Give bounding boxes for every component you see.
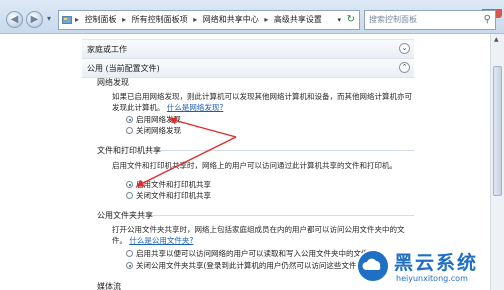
search-input[interactable]: 搜索控制面板 ⚲ bbox=[364, 10, 496, 30]
expand-chevron-icon[interactable]: ⌄ bbox=[399, 43, 410, 54]
cloud-logo-icon bbox=[356, 249, 390, 283]
radio-label: 关闭文件和打印机共享 bbox=[136, 191, 211, 200]
radio-button-selected[interactable] bbox=[126, 262, 133, 269]
network-discovery-help-link[interactable]: 什么是网络发现? bbox=[167, 103, 223, 112]
scrollbar-thumb[interactable] bbox=[493, 66, 502, 196]
breadcrumb-sep: ▸ bbox=[122, 15, 127, 24]
site-watermark: 黑云系统 heiyunxitong.com bbox=[356, 247, 502, 287]
control-panel-icon bbox=[62, 16, 72, 24]
address-dropdown-icon[interactable]: ▾ bbox=[337, 11, 341, 29]
radio-button[interactable] bbox=[126, 127, 133, 134]
breadcrumb-sep: ▸ bbox=[193, 15, 198, 24]
radio-button-selected[interactable] bbox=[126, 116, 133, 123]
breadcrumb: ▸ 控制面板 ▸ 所有控制面板项 ▸ 网络和共享中心 ▸ 高级共享设置 bbox=[75, 11, 325, 29]
profile-public-label: 公用 (当前配置文件) bbox=[87, 64, 160, 73]
profile-public[interactable]: 公用 (当前配置文件) ⌃ bbox=[82, 58, 414, 78]
recent-pages-dropdown-icon[interactable]: ▾ bbox=[47, 14, 51, 23]
radio-label: 关闭公用文件夹共享(登录到此计算机的用户仍然可以访问这些文件夹) bbox=[136, 261, 367, 270]
public-folder-help-link[interactable]: 什么是公用文件夹? bbox=[129, 236, 193, 245]
file-printer-sharing-description: 启用文件和打印机共享时，网络上的用户可以访问通过此计算机共享的文件和打印机。 bbox=[112, 161, 397, 170]
search-placeholder: 搜索控制面板 bbox=[369, 15, 417, 24]
radio-label: 启用文件和打印机共享 bbox=[136, 180, 211, 189]
breadcrumb-control-panel[interactable]: 控制面板 bbox=[85, 15, 117, 24]
radio-enable-discovery[interactable]: 启用网络发现 bbox=[126, 115, 181, 125]
breadcrumb-sep: ▸ bbox=[264, 15, 269, 24]
radio-label: 关闭网络发现 bbox=[136, 126, 181, 135]
radio-disable-public-folder[interactable]: 关闭公用文件夹共享(登录到此计算机的用户仍然可以访问这些文件夹) bbox=[126, 261, 367, 271]
address-bar[interactable]: ▸ 控制面板 ▸ 所有控制面板项 ▸ 网络和共享中心 ▸ 高级共享设置 ▾ ↻ bbox=[58, 10, 360, 30]
radio-button[interactable] bbox=[126, 250, 133, 257]
back-button[interactable]: ◀ bbox=[6, 11, 23, 28]
divider bbox=[160, 150, 414, 151]
radio-enable-sharing[interactable]: 启用文件和打印机共享 bbox=[126, 180, 211, 190]
breadcrumb-sep: ▸ bbox=[75, 15, 80, 24]
window-controls: ─□✕ bbox=[454, 0, 502, 18]
breadcrumb-network-center[interactable]: 网络和共享中心 bbox=[203, 15, 259, 24]
search-icon[interactable]: ⚲ bbox=[484, 11, 491, 29]
radio-button[interactable] bbox=[126, 192, 133, 199]
collapse-chevron-icon[interactable]: ⌃ bbox=[399, 62, 410, 73]
network-discovery-description: 如果已启用网络发现，则此计算机可以发现其他网络计算机和设备，而其他网络计算机亦可… bbox=[112, 91, 412, 113]
radio-label: 启用共享以便可以访问网络的用户可以读取和写入公用文件夹中的文件 bbox=[136, 249, 369, 258]
profile-home-label: 家庭或工作 bbox=[87, 45, 127, 54]
radio-disable-discovery[interactable]: 关闭网络发现 bbox=[126, 126, 181, 136]
file-printer-sharing-heading: 文件和打印机共享 bbox=[97, 146, 161, 155]
watermark-name: 黑云系统 bbox=[394, 252, 479, 274]
radio-enable-public-folder[interactable]: 启用共享以便可以访问网络的用户可以读取和写入公用文件夹中的文件 bbox=[126, 249, 369, 259]
title-bar: ─□✕ ◀ ▶ ▾ ▸ 控制面板 ▸ 所有控制面板项 ▸ 网络和共享中心 ▸ 高… bbox=[0, 0, 504, 34]
network-discovery-heading: 网络发现 bbox=[97, 78, 129, 87]
scroll-up-icon[interactable]: ▲ bbox=[494, 36, 499, 43]
network-discovery-text: 如果已启用网络发现，则此计算机可以发现其他网络计算机和设备，而其他网络计算机亦可… bbox=[112, 92, 412, 112]
refresh-icon[interactable]: ↻ bbox=[347, 11, 355, 29]
profile-home-work[interactable]: 家庭或工作 ⌄ bbox=[82, 39, 414, 59]
watermark-url: heiyunxitong.com bbox=[396, 274, 468, 283]
radio-button-selected[interactable] bbox=[126, 181, 133, 188]
divider bbox=[152, 215, 414, 216]
breadcrumb-advanced-sharing[interactable]: 高级共享设置 bbox=[274, 15, 322, 24]
public-folder-sharing-heading: 公用文件夹共享 bbox=[97, 211, 153, 220]
breadcrumb-all-items[interactable]: 所有控制面板项 bbox=[132, 15, 188, 24]
public-folder-description: 打开公用文件夹共享时，网络上包括家庭组成员在内的用户都可以访问公用文件夹中的文件… bbox=[112, 224, 412, 246]
radio-disable-sharing[interactable]: 关闭文件和打印机共享 bbox=[126, 191, 211, 201]
media-streaming-heading: 媒体流 bbox=[97, 282, 121, 290]
forward-button[interactable]: ▶ bbox=[26, 11, 43, 28]
radio-label: 启用网络发现 bbox=[136, 115, 181, 124]
